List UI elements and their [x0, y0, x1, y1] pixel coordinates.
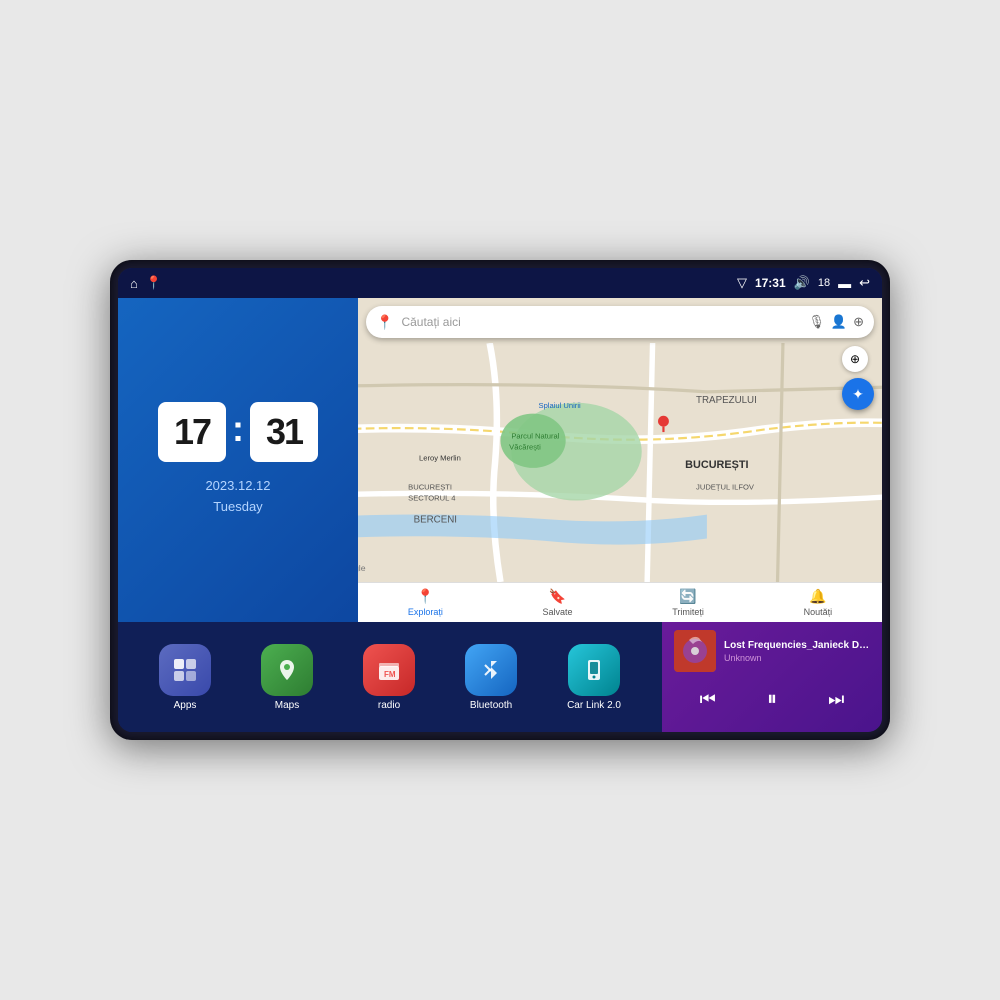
- music-player: Lost Frequencies_Janieck Devy-... Unknow…: [662, 622, 882, 732]
- explore-icon: 📍: [417, 588, 434, 605]
- back-icon[interactable]: ↩: [859, 275, 870, 291]
- app-carlink[interactable]: Car Link 2.0: [567, 644, 621, 711]
- svg-text:SECTORUL 4: SECTORUL 4: [408, 494, 455, 503]
- compass-icon[interactable]: ⊕: [842, 346, 868, 372]
- svg-text:BERCENI: BERCENI: [414, 514, 457, 525]
- svg-text:BUCUREȘTI: BUCUREȘTI: [685, 459, 748, 471]
- bluetooth-icon: [465, 644, 517, 696]
- svg-text:BUCUREȘTI: BUCUREȘTI: [408, 483, 452, 492]
- svg-text:Splaiul Unirii: Splaiul Unirii: [539, 401, 582, 410]
- status-right: ▽ 17:31 🔊 18 ▬ ↩: [737, 275, 870, 291]
- svg-text:FM: FM: [384, 670, 396, 679]
- radio-icon: FM: [363, 644, 415, 696]
- svg-text:JUDEȚUL ILFOV: JUDEȚUL ILFOV: [696, 483, 755, 492]
- share-icon: 🔄: [679, 588, 696, 605]
- app-bluetooth[interactable]: Bluetooth: [465, 644, 517, 711]
- saved-label: Salvate: [543, 607, 573, 617]
- app-radio[interactable]: FM radio: [363, 644, 415, 711]
- home-icon[interactable]: ⌂: [130, 276, 138, 291]
- bottom-row: Apps Maps: [118, 622, 882, 732]
- clock-date: 2023.12.12 Tuesday: [205, 476, 270, 518]
- music-text: Lost Frequencies_Janieck Devy-... Unknow…: [724, 640, 870, 663]
- my-location-button[interactable]: ✦: [842, 378, 874, 410]
- map-search-placeholder[interactable]: Căutați aici: [401, 315, 800, 329]
- apps-area: Apps Maps: [118, 622, 662, 732]
- music-title: Lost Frequencies_Janieck Devy-...: [724, 640, 870, 651]
- svg-text:TRAPEZULUI: TRAPEZULUI: [696, 395, 757, 406]
- app-apps[interactable]: Apps: [159, 644, 211, 711]
- maps-pin-icon[interactable]: 📍: [146, 275, 162, 291]
- map-nav-explore[interactable]: 📍 Explorați: [408, 588, 443, 617]
- bluetooth-label: Bluetooth: [470, 700, 512, 711]
- map-controls: ⊕ ✦: [842, 346, 874, 410]
- play-pause-button[interactable]: ⏸: [759, 684, 785, 715]
- map-search-actions: 🎙 👤 ⊕: [808, 314, 864, 330]
- radio-label: radio: [378, 700, 400, 711]
- clock-hours: 17: [158, 402, 226, 462]
- battery-icon: ▬: [838, 276, 851, 291]
- google-maps-icon: 📍: [376, 314, 393, 331]
- app-maps[interactable]: Maps: [261, 644, 313, 711]
- next-button[interactable]: ⏭: [820, 685, 852, 714]
- main-content: 17 : 31 2023.12.12 Tuesday 📍 Căutați aic…: [118, 298, 882, 732]
- map-visual: TRAPEZULUI BUCUREȘTI JUDEȚUL ILFOV BERCE…: [358, 343, 882, 582]
- status-bar: ⌂ 📍 ▽ 17:31 🔊 18 ▬ ↩: [118, 268, 882, 298]
- mic-icon[interactable]: 🎙: [808, 314, 825, 330]
- layers-icon[interactable]: ⊕: [853, 314, 864, 330]
- map-search-bar[interactable]: 📍 Căutați aici 🎙 👤 ⊕: [366, 306, 874, 338]
- top-row: 17 : 31 2023.12.12 Tuesday 📍 Căutați aic…: [118, 298, 882, 622]
- map-nav-saved[interactable]: 🔖 Salvate: [543, 588, 573, 617]
- music-controls: ⏮ ⏸ ⏭: [674, 684, 870, 715]
- carlink-label: Car Link 2.0: [567, 700, 621, 711]
- music-thumbnail: [674, 630, 716, 672]
- volume-icon[interactable]: 🔊: [794, 275, 810, 291]
- news-label: Noutăți: [804, 607, 833, 617]
- map-bottom-nav: 📍 Explorați 🔖 Salvate 🔄 Trimiteți �: [358, 582, 882, 622]
- carlink-icon: [568, 644, 620, 696]
- maps-label: Maps: [275, 700, 299, 711]
- map-panel[interactable]: 📍 Căutați aici 🎙 👤 ⊕: [358, 298, 882, 622]
- svg-text:Leroy Merlin: Leroy Merlin: [419, 453, 461, 462]
- music-artist: Unknown: [724, 653, 870, 663]
- map-nav-news[interactable]: 🔔 Noutăți: [804, 588, 833, 617]
- maps-icon: [261, 644, 313, 696]
- signal-icon: ▽: [737, 275, 747, 291]
- svg-text:Parcul Natural: Parcul Natural: [511, 432, 559, 441]
- apps-icon: [159, 644, 211, 696]
- music-info: Lost Frequencies_Janieck Devy-... Unknow…: [674, 630, 870, 672]
- clock-display: 17 : 31: [158, 402, 318, 462]
- clock-panel: 17 : 31 2023.12.12 Tuesday: [118, 298, 358, 622]
- bell-icon: 🔔: [809, 588, 826, 605]
- clock-colon: :: [232, 408, 244, 450]
- bookmark-icon: 🔖: [549, 588, 566, 605]
- explore-label: Explorați: [408, 607, 443, 617]
- car-head-unit: ⌂ 📍 ▽ 17:31 🔊 18 ▬ ↩ 17: [110, 260, 890, 740]
- status-left: ⌂ 📍: [130, 275, 162, 291]
- apps-label: Apps: [174, 700, 197, 711]
- share-label: Trimiteți: [672, 607, 704, 617]
- map-nav-share[interactable]: 🔄 Trimiteți: [672, 588, 704, 617]
- svg-text:Văcărești: Văcărești: [509, 442, 541, 451]
- prev-button[interactable]: ⏮: [692, 685, 724, 714]
- battery-level: 18: [818, 277, 830, 289]
- svg-text:Google: Google: [358, 563, 366, 573]
- screen: ⌂ 📍 ▽ 17:31 🔊 18 ▬ ↩ 17: [118, 268, 882, 732]
- status-time: 17:31: [755, 276, 786, 290]
- clock-minutes: 31: [250, 402, 318, 462]
- account-icon[interactable]: 👤: [831, 314, 847, 330]
